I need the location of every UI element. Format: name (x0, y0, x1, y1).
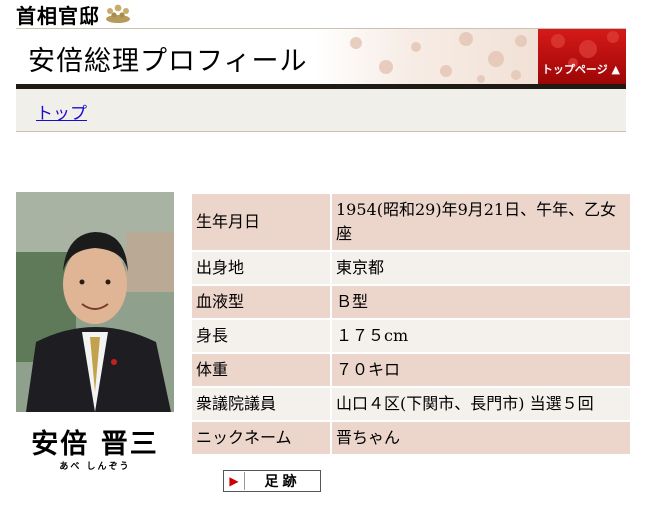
profile-value: 晋ちゃん (332, 422, 630, 454)
profile-label: ニックネーム (192, 422, 330, 454)
profile-value: 東京都 (332, 252, 630, 284)
site-logo[interactable]: 首相官邸 (16, 2, 132, 28)
banner-red-panel: トップページ ▲ (538, 29, 626, 85)
table-row: ニックネーム 晋ちゃん (192, 422, 630, 454)
breadcrumb-home-link[interactable]: トップ (36, 99, 87, 124)
name-block: 安倍 晋三 あべ しんぞう (16, 422, 174, 472)
profile-value: 1954(昭和29)年9月21日、午年、乙女座 (332, 194, 630, 250)
footprint-button[interactable]: ▶ 足跡 (223, 470, 321, 492)
header-banner: 安倍総理プロフィール トップページ ▲ (16, 28, 626, 85)
profile-label: 生年月日 (192, 194, 330, 250)
table-row: 身長 １７５cm (192, 320, 630, 352)
profile-label: 衆議院議員 (192, 388, 330, 420)
site-logo-text: 首相官邸 (16, 3, 100, 28)
top-page-link[interactable]: トップページ ▲ (542, 61, 620, 77)
profile-label: 出身地 (192, 252, 330, 284)
autumn-leaves-pattern (350, 32, 527, 83)
breadcrumb: トップ (16, 89, 626, 132)
profile-value: Ｂ型 (332, 286, 630, 318)
paulownia-crest-icon (106, 4, 130, 23)
portrait-illustration (16, 192, 174, 412)
table-row: 体重 ７０キロ (192, 354, 630, 386)
page-title: 安倍総理プロフィール (28, 46, 308, 77)
play-arrow-icon: ▶ (224, 472, 245, 490)
footprint-button-label: 足跡 (264, 474, 301, 490)
table-row: 血液型 Ｂ型 (192, 286, 630, 318)
profile-label: 身長 (192, 320, 330, 352)
profile-label: 血液型 (192, 286, 330, 318)
profile-value: 山口４区(下関市、長門市) 当選５回 (332, 388, 630, 420)
table-row: 衆議院議員 山口４区(下関市、長門市) 当選５回 (192, 388, 630, 420)
profile-label: 体重 (192, 354, 330, 386)
table-row: 出身地 東京都 (192, 252, 630, 284)
profile-table: 生年月日 1954(昭和29)年9月21日、午年、乙女座 出身地 東京都 血液型… (190, 192, 632, 456)
table-row: 生年月日 1954(昭和29)年9月21日、午年、乙女座 (192, 194, 630, 250)
profile-value: １７５cm (332, 320, 630, 352)
name-kanji: 安倍 晋三 (31, 429, 159, 460)
banner-pattern (316, 29, 538, 85)
profile-value: ７０キロ (332, 354, 630, 386)
portrait-photo (16, 192, 174, 412)
